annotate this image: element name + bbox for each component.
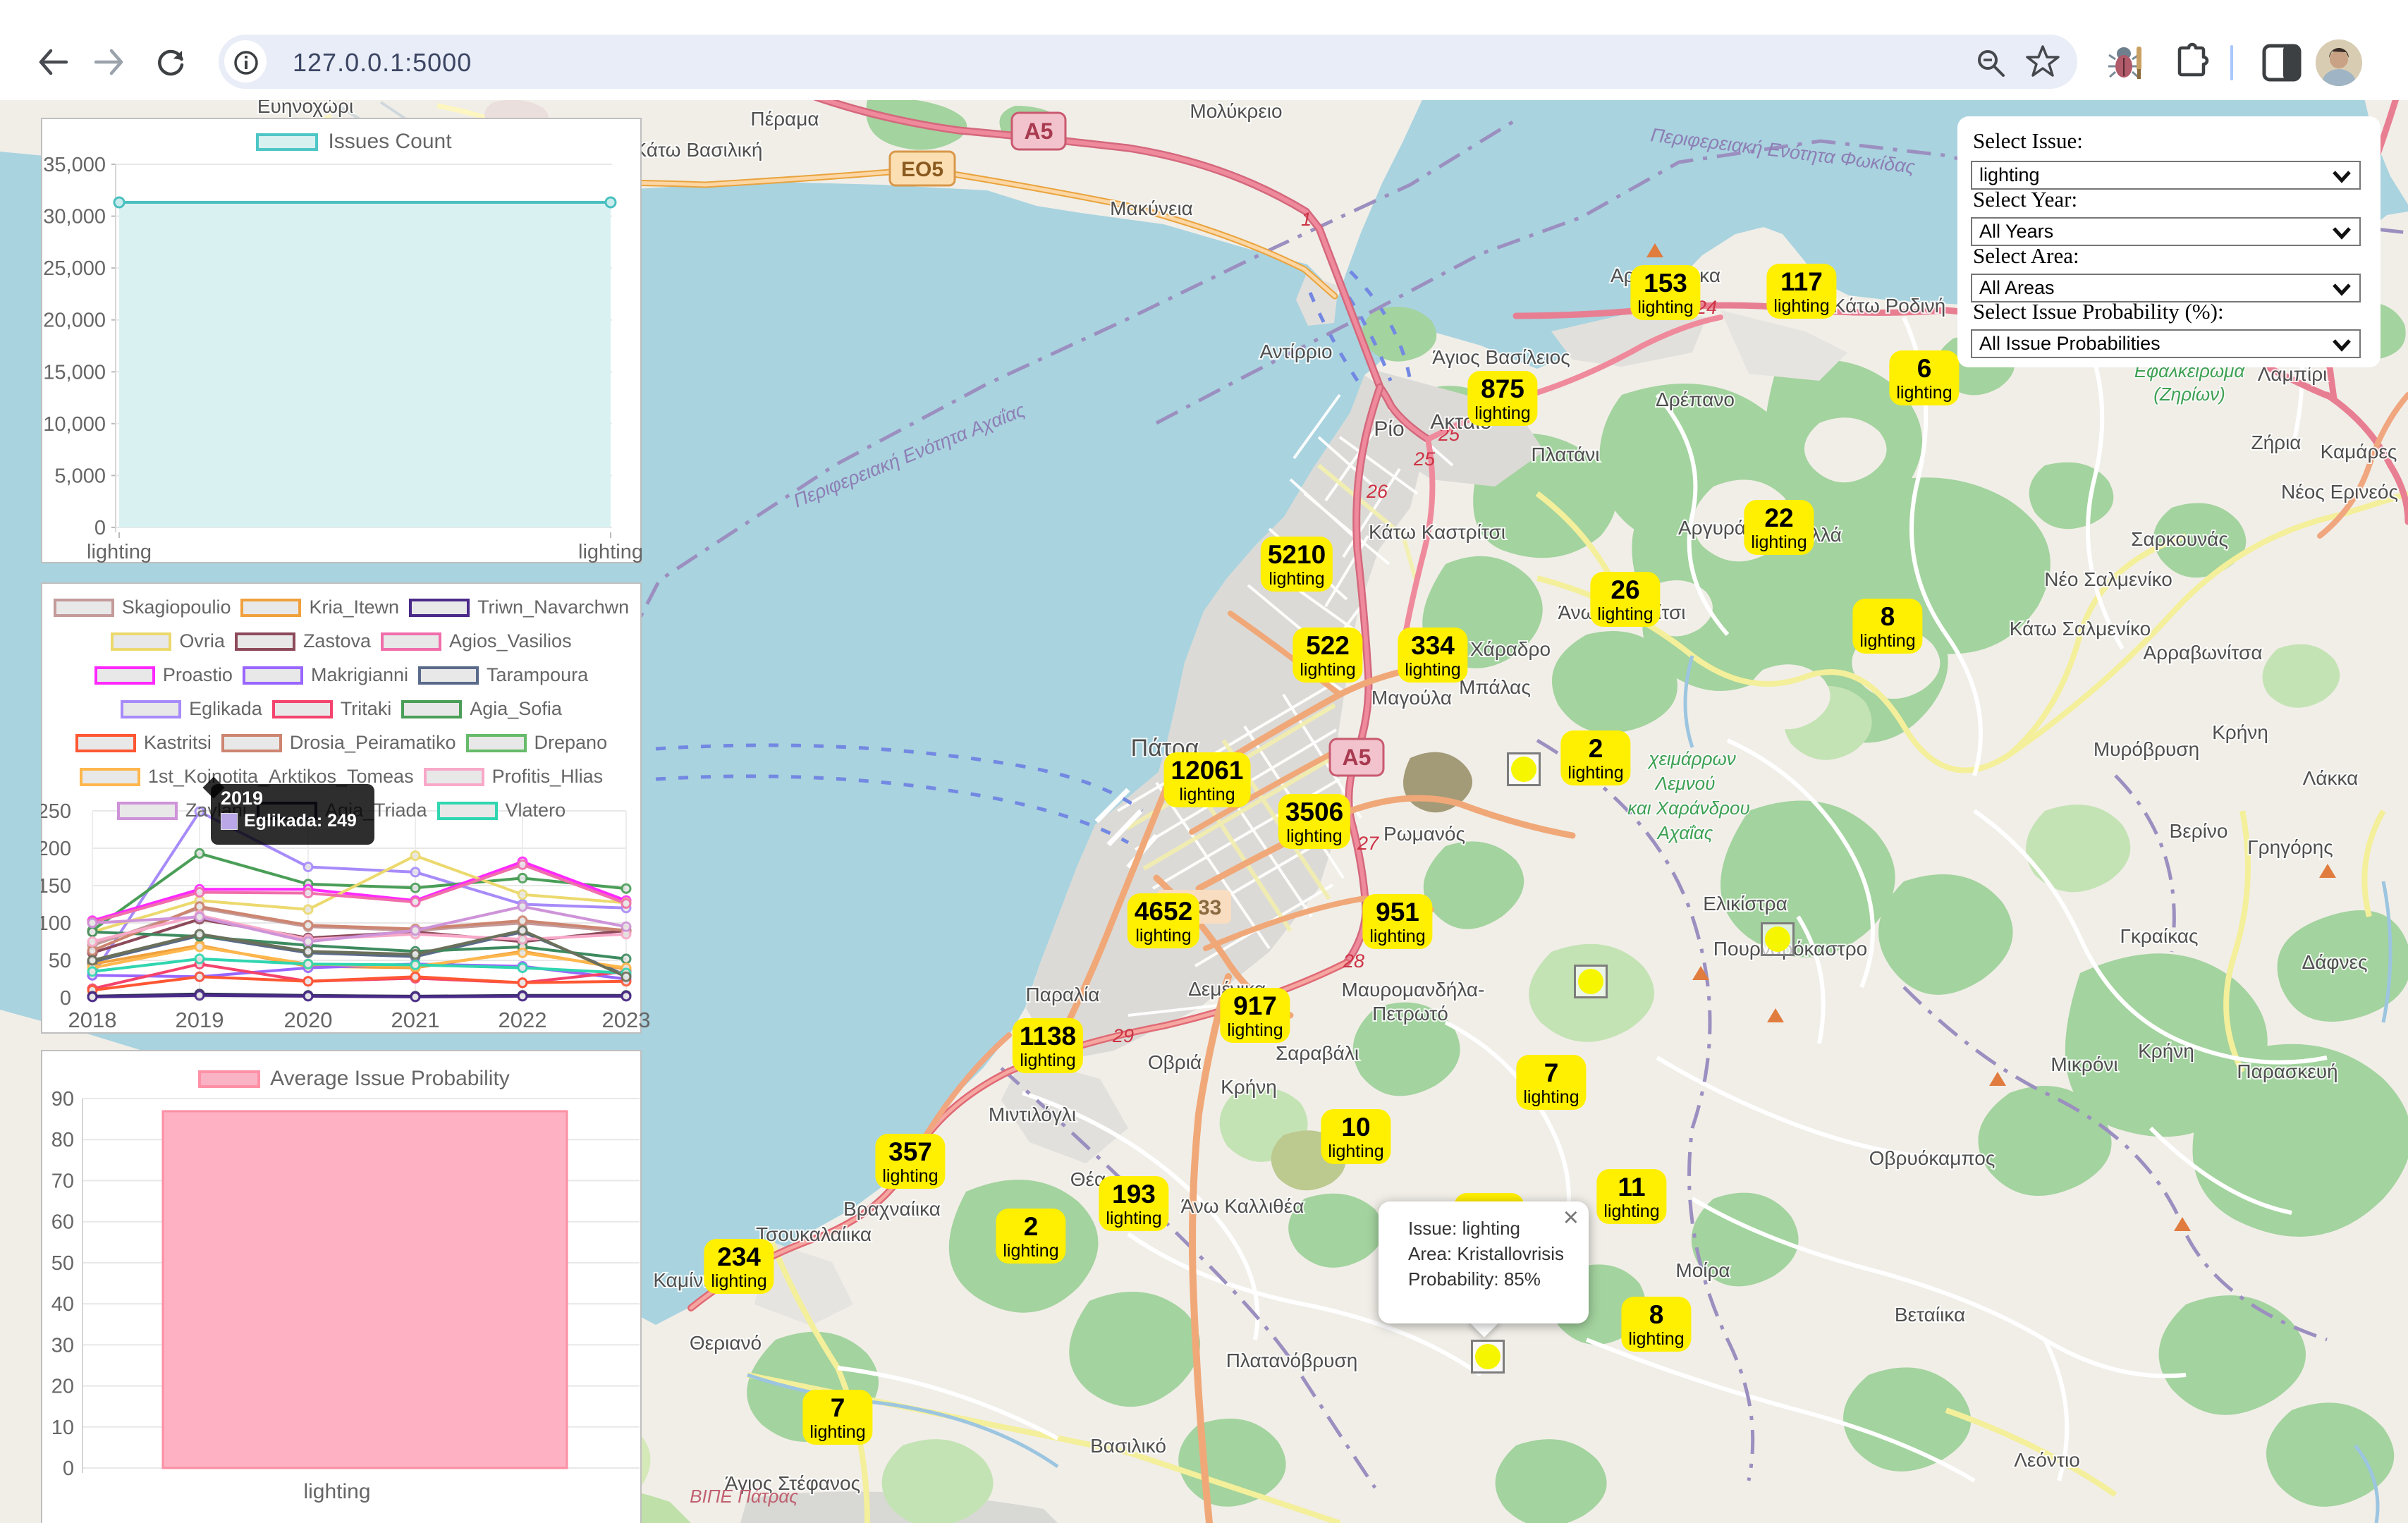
svg-text:40: 40 <box>51 1293 74 1316</box>
svg-text:Μαυρομανδήλα-: Μαυρομανδήλα- <box>1342 979 1485 1001</box>
svg-text:Ελικίστρα: Ελικίστρα <box>1703 893 1787 915</box>
svg-text:29: 29 <box>1112 1025 1134 1046</box>
svg-text:35,000: 35,000 <box>43 154 106 176</box>
svg-text:Κρήνη: Κρήνη <box>2138 1040 2194 1062</box>
svg-text:Παρασκευή: Παρασκευή <box>2237 1060 2337 1082</box>
svg-text:Ρωμανός: Ρωμανός <box>1383 823 1465 845</box>
svg-text:50: 50 <box>51 1252 74 1275</box>
svg-text:Καμάρες: Καμάρες <box>2321 441 2397 463</box>
svg-text:Αργυρά: Αργυρά <box>1678 517 1746 539</box>
svg-text:Αχαΐας: Αχαΐας <box>1656 822 1713 843</box>
svg-text:Άνω Καλλιθέα: Άνω Καλλιθέα <box>1181 1195 1304 1217</box>
svg-text:Μυρόβρυση: Μυρόβρυση <box>2094 738 2199 760</box>
svg-text:Κρήνη: Κρήνη <box>2212 721 2268 743</box>
svg-text:Πετρωτό: Πετρωτό <box>1372 1003 1448 1024</box>
svg-text:20,000: 20,000 <box>43 310 106 332</box>
svg-text:26: 26 <box>1366 481 1388 502</box>
svg-text:2020: 2020 <box>284 1008 333 1032</box>
svg-text:Δάφνες: Δάφνες <box>2302 951 2367 973</box>
svg-text:2021: 2021 <box>391 1008 440 1032</box>
svg-text:Οβρυόκαμπος: Οβρυόκαμπος <box>1869 1147 1996 1169</box>
svg-text:Μαγούλα: Μαγούλα <box>1371 687 1452 709</box>
svg-text:Αρραβωνίτσα: Αρραβωνίτσα <box>2143 642 2262 663</box>
svg-text:10: 10 <box>51 1417 74 1439</box>
svg-text:10,000: 10,000 <box>43 413 106 436</box>
svg-text:Σαραβάλι: Σαραβάλι <box>1276 1042 1359 1064</box>
svg-text:2019: 2019 <box>176 1008 224 1032</box>
svg-text:(Ζηρίων): (Ζηρίων) <box>2153 384 2225 405</box>
svg-text:Ρίο: Ρίο <box>1374 417 1404 441</box>
svg-text:Θεριανό: Θεριανό <box>690 1332 762 1354</box>
svg-text:Τσουκαλαίικα: Τσουκαλαίικα <box>756 1223 872 1245</box>
svg-text:A5: A5 <box>1025 118 1053 144</box>
svg-text:Παραλία: Παραλία <box>1026 984 1100 1005</box>
svg-text:25: 25 <box>1413 448 1436 470</box>
svg-text:Πέραμα: Πέραμα <box>750 108 819 130</box>
svg-text:Κάτω Καστρίτσι: Κάτω Καστρίτσι <box>1369 521 1505 543</box>
svg-text:A5: A5 <box>1343 745 1371 770</box>
svg-text:Λεμνού: Λεμνού <box>1654 773 1716 794</box>
svg-text:1: 1 <box>1301 209 1312 230</box>
svg-text:Βερίνο: Βερίνο <box>2170 820 2228 842</box>
svg-text:Κάτω Βασιλική: Κάτω Βασιλική <box>634 139 763 161</box>
svg-text:Οβριά: Οβριά <box>1148 1051 1202 1073</box>
svg-text:25,000: 25,000 <box>43 257 106 280</box>
svg-text:Βασιλικό: Βασιλικό <box>1090 1435 1166 1457</box>
svg-text:Μπάλας: Μπάλας <box>1459 676 1531 698</box>
svg-text:Δρέπανο: Δρέπανο <box>1656 389 1735 410</box>
svg-text:Βραχναίικα: Βραχναίικα <box>843 1198 941 1220</box>
svg-text:Μακύνεια: Μακύνεια <box>1110 197 1193 219</box>
svg-text:2022: 2022 <box>499 1008 547 1032</box>
svg-text:Μικρόνι: Μικρόνι <box>2051 1053 2117 1075</box>
svg-text:90: 90 <box>51 1088 74 1111</box>
svg-text:150: 150 <box>41 875 71 898</box>
svg-text:Μιντιλόγλι: Μιντιλόγλι <box>989 1103 1076 1125</box>
svg-text:30: 30 <box>51 1334 74 1357</box>
svg-text:Λάκκα: Λάκκα <box>2303 767 2359 789</box>
svg-text:Πλατανόβρυση: Πλατανόβρυση <box>1226 1350 1358 1371</box>
svg-text:0: 0 <box>63 1457 74 1480</box>
svg-text:200: 200 <box>41 838 71 860</box>
svg-text:2018: 2018 <box>68 1008 117 1032</box>
svg-text:Πλατάνι: Πλατάνι <box>1531 444 1599 465</box>
svg-text:ΒΙΠΕ Πάτρας: ΒΙΠΕ Πάτρας <box>690 1486 798 1507</box>
svg-text:Λεόντιο: Λεόντιο <box>2014 1449 2080 1471</box>
svg-text:lighting: lighting <box>303 1480 370 1503</box>
svg-text:Άγιος Βασίλειος: Άγιος Βασίλειος <box>1432 346 1570 368</box>
svg-text:70: 70 <box>51 1170 74 1192</box>
svg-text:15,000: 15,000 <box>43 361 106 384</box>
svg-text:lighting: lighting <box>87 541 152 563</box>
svg-text:και Χαράνδρου: και Χαράνδρου <box>1627 797 1750 819</box>
svg-text:Γκραίκας: Γκραίκας <box>2120 925 2198 947</box>
svg-text:Κάτω Σαλμενίκο: Κάτω Σαλμενίκο <box>2010 618 2151 640</box>
svg-text:Νέο Σαλμενίκο: Νέο Σαλμενίκο <box>2044 568 2172 590</box>
svg-text:5,000: 5,000 <box>54 465 106 487</box>
svg-text:Κάτω Ροδινή: Κάτω Ροδινή <box>1833 295 1945 317</box>
svg-text:30,000: 30,000 <box>43 206 106 228</box>
svg-text:Βεταίικα: Βεταίικα <box>1895 1304 1965 1326</box>
svg-text:Μολύκρειο: Μολύκρειο <box>1190 100 1282 122</box>
svg-text:60: 60 <box>51 1211 74 1234</box>
svg-text:100: 100 <box>41 912 71 935</box>
svg-text:Ζήρια: Ζήρια <box>2251 432 2301 453</box>
svg-text:χειμάρρων: χειμάρρων <box>1647 748 1736 769</box>
svg-text:Μοίρα: Μοίρα <box>1675 1259 1730 1281</box>
svg-text:Χάραδρο: Χάραδρο <box>1470 638 1551 660</box>
svg-text:0: 0 <box>94 517 106 539</box>
svg-text:27: 27 <box>1357 833 1379 854</box>
svg-text:2023: 2023 <box>602 1008 651 1032</box>
svg-text:EO5: EO5 <box>901 158 943 181</box>
svg-text:Σαρκουνάς: Σαρκουνάς <box>2131 528 2228 550</box>
svg-text:0: 0 <box>60 987 71 1010</box>
svg-text:20: 20 <box>51 1376 74 1398</box>
svg-text:Νέος Ερινεός: Νέος Ερινεός <box>2281 481 2398 503</box>
svg-text:Γρηγόρης: Γρηγόρης <box>2247 836 2333 858</box>
svg-text:Αντίρριο: Αντίρριο <box>1259 341 1332 362</box>
svg-text:lighting: lighting <box>578 541 642 563</box>
svg-text:Κρήνη: Κρήνη <box>1221 1076 1277 1098</box>
svg-text:50: 50 <box>49 950 71 972</box>
svg-text:80: 80 <box>51 1129 74 1151</box>
svg-text:28: 28 <box>1343 950 1364 972</box>
